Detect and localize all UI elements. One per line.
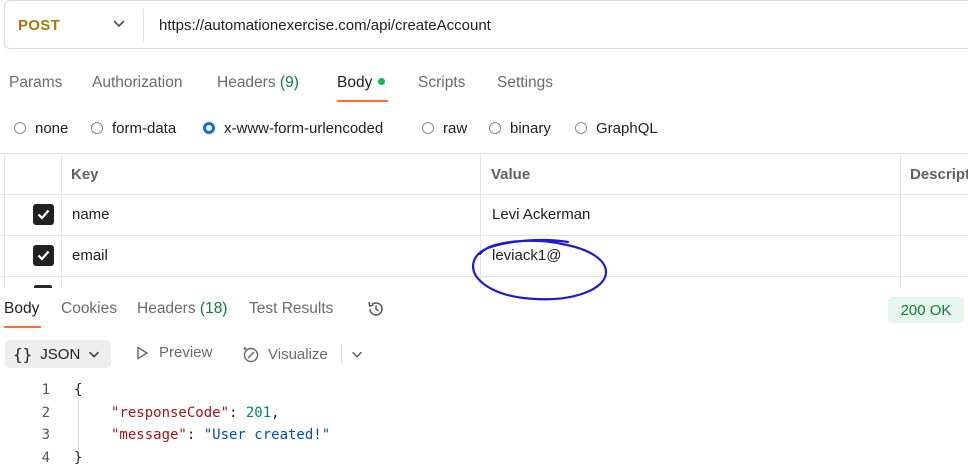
response-tab-cookies[interactable]: Cookies <box>61 300 117 318</box>
visualize-button[interactable]: Visualize <box>241 344 328 364</box>
tab-body[interactable]: Body <box>337 74 386 92</box>
line-number: 3 <box>41 427 50 443</box>
line-number: 1 <box>41 382 50 398</box>
row-enabled-checkbox[interactable] <box>33 245 54 266</box>
column-header-value: Value <box>491 166 531 183</box>
tab-headers-count: (9) <box>279 74 299 91</box>
response-tab-headers-label: Headers <box>137 300 196 317</box>
tab-settings[interactable]: Settings <box>497 74 553 92</box>
code-line-message: "message": "User created!" <box>111 427 331 443</box>
preview-label: Preview <box>159 344 213 361</box>
radio-circle <box>422 122 434 134</box>
body-active-dot <box>378 78 386 85</box>
radio-circle <box>575 122 587 134</box>
row-key-cell[interactable]: email <box>72 247 108 264</box>
annotation-circle <box>472 238 608 301</box>
format-label: JSON <box>40 345 81 363</box>
visualize-label: Visualize <box>268 345 328 363</box>
code-line-response-code: "responseCode": 201, <box>111 405 280 421</box>
table-col-divider <box>61 153 62 288</box>
table-border-left <box>4 153 5 288</box>
radio-form-data[interactable]: form-data <box>91 118 176 138</box>
active-tab-indicator <box>337 100 388 102</box>
table-col-divider <box>900 153 901 288</box>
chevron-down-icon[interactable] <box>350 347 364 361</box>
history-icon[interactable] <box>366 299 386 319</box>
radio-graphql-label: GraphQL <box>596 119 658 137</box>
tab-params[interactable]: Params <box>9 74 62 92</box>
radio-binary-label: binary <box>510 119 551 137</box>
radio-circle <box>489 122 501 134</box>
table-row-divider <box>0 194 968 195</box>
column-header-key: Key <box>71 166 99 183</box>
chevron-down-icon <box>89 351 100 358</box>
tab-scripts[interactable]: Scripts <box>418 74 465 92</box>
radio-circle <box>14 122 26 134</box>
response-tab-headers[interactable]: Headers (18) <box>137 300 227 318</box>
radio-graphql[interactable]: GraphQL <box>575 118 658 138</box>
row-value-cell[interactable]: Levi Ackerman <box>492 206 590 223</box>
tab-headers-label: Headers <box>217 74 276 91</box>
play-icon <box>137 345 149 360</box>
chevron-down-icon[interactable] <box>111 15 127 31</box>
row-enabled-checkbox-partial[interactable] <box>34 285 52 288</box>
line-number: 4 <box>41 450 50 466</box>
tab-authorization[interactable]: Authorization <box>92 74 182 92</box>
json-key: "responseCode" <box>111 405 230 421</box>
radio-raw[interactable]: raw <box>422 118 467 138</box>
check-icon <box>37 209 50 220</box>
radio-none[interactable]: none <box>14 118 68 138</box>
radio-form-data-label: form-data <box>112 119 177 137</box>
radio-urlencoded-label: x-www-form-urlencoded <box>224 119 384 137</box>
line-number: 2 <box>41 405 50 421</box>
url-input[interactable]: https://automationexercise.com/api/creat… <box>159 17 491 34</box>
response-active-tab-indicator <box>4 326 41 328</box>
response-tab-headers-count: (18) <box>199 300 228 317</box>
method-select[interactable]: POST <box>18 17 60 34</box>
status-badge: 200 OK <box>888 297 964 323</box>
column-header-description: Descript <box>910 166 968 183</box>
code-brace-open: { <box>74 382 83 398</box>
row-key-cell[interactable]: name <box>72 206 110 223</box>
check-icon <box>37 250 50 261</box>
json-string: "User created!" <box>203 427 331 443</box>
tab-body-label: Body <box>337 74 373 91</box>
response-tab-test-results[interactable]: Test Results <box>249 300 333 318</box>
json-number: 201 <box>245 405 272 421</box>
json-key: "message" <box>111 427 187 443</box>
url-bar: POST https://automationexercise.com/api/… <box>4 0 968 49</box>
radio-raw-label: raw <box>443 119 468 137</box>
toolbar-divider <box>341 344 342 364</box>
indent-guide <box>78 398 79 450</box>
row-enabled-checkbox[interactable] <box>33 204 54 225</box>
radio-binary[interactable]: binary <box>489 118 551 138</box>
radio-urlencoded[interactable]: x-www-form-urlencoded <box>203 118 383 138</box>
response-tab-body[interactable]: Body <box>4 300 39 318</box>
code-brace-close: } <box>74 450 83 466</box>
radio-none-label: none <box>35 119 69 137</box>
url-divider <box>143 9 144 42</box>
preview-button[interactable]: Preview <box>135 344 212 361</box>
radio-circle-selected <box>203 122 215 134</box>
code-braces-icon: {} <box>13 344 33 364</box>
radio-circle <box>91 122 103 134</box>
tab-headers[interactable]: Headers (9) <box>217 74 299 92</box>
visualize-icon <box>243 347 259 363</box>
format-select[interactable]: {} JSON <box>5 340 111 368</box>
table-border-top <box>0 153 968 154</box>
